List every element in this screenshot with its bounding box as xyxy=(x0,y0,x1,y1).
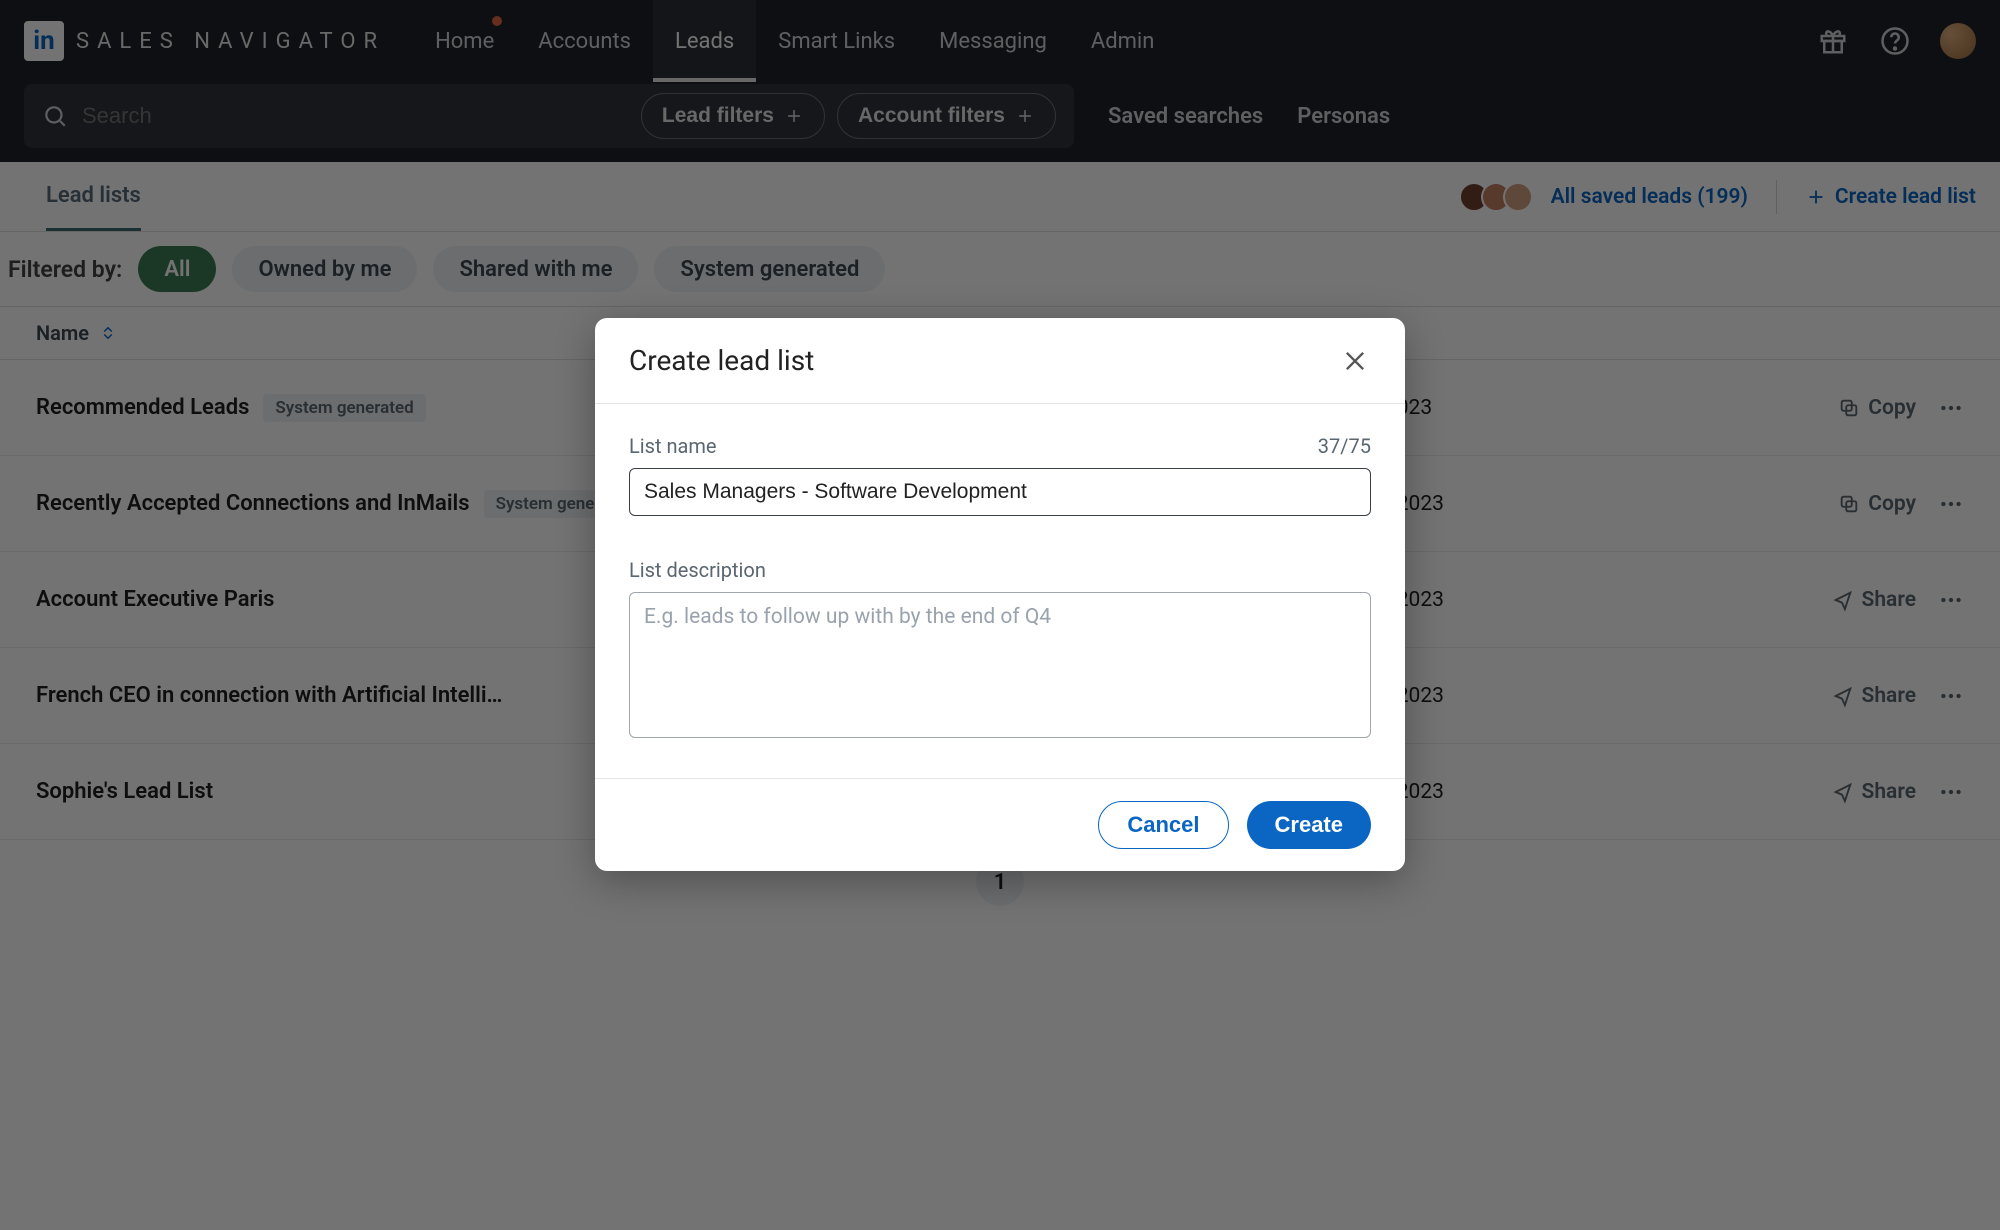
modal-footer: Cancel Create xyxy=(595,778,1405,871)
list-name-input[interactable] xyxy=(629,468,1371,516)
modal-body: List name 37/75 List description xyxy=(595,404,1405,778)
list-name-label: List name xyxy=(629,434,717,458)
list-description-label: List description xyxy=(629,558,766,582)
cancel-button[interactable]: Cancel xyxy=(1098,801,1228,849)
modal-close-button[interactable] xyxy=(1339,345,1371,377)
list-description-input[interactable] xyxy=(629,592,1371,738)
modal-title: Create lead list xyxy=(629,344,814,377)
close-icon xyxy=(1341,347,1369,375)
create-button[interactable]: Create xyxy=(1247,801,1371,849)
create-lead-list-modal: Create lead list List name 37/75 List de… xyxy=(595,318,1405,871)
char-count: 37/75 xyxy=(1318,434,1371,458)
modal-header: Create lead list xyxy=(595,318,1405,404)
